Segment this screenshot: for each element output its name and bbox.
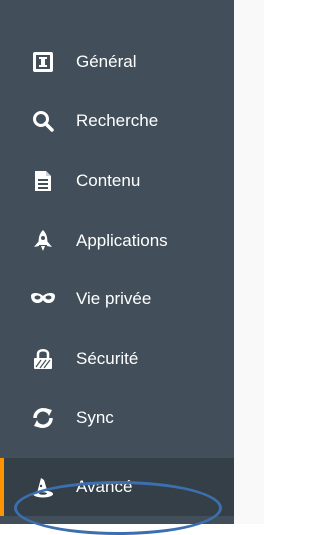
sidebar-item-search[interactable]: Recherche bbox=[0, 92, 234, 150]
sidebar-item-label: Avancé bbox=[76, 477, 133, 496]
sidebar-item-sync[interactable]: Sync bbox=[0, 389, 234, 447]
document-icon bbox=[30, 168, 56, 194]
rocket-icon bbox=[30, 228, 56, 254]
sync-icon bbox=[30, 405, 56, 431]
sidebar-item-general[interactable]: Général bbox=[0, 33, 234, 91]
sidebar-item-label: Applications bbox=[76, 231, 168, 250]
lock-icon bbox=[30, 346, 56, 372]
sidebar-item-label: Recherche bbox=[76, 111, 159, 130]
sidebar-item-content[interactable]: Contenu bbox=[0, 152, 234, 210]
sidebar-item-label: Vie privée bbox=[76, 289, 152, 308]
sidebar-item-label: Sync bbox=[76, 408, 114, 427]
wizard-hat-icon bbox=[30, 474, 56, 500]
content-pane bbox=[234, 0, 264, 524]
sidebar-item-applications[interactable]: Applications bbox=[0, 212, 234, 270]
sidebar-item-label: Contenu bbox=[76, 171, 141, 190]
sidebar-item-advanced[interactable]: Avancé bbox=[0, 458, 234, 516]
sidebar-item-security[interactable]: Sécurité bbox=[0, 330, 234, 388]
sidebar-item-label: Sécurité bbox=[76, 349, 139, 368]
general-icon bbox=[30, 49, 56, 75]
sidebar-item-label: Général bbox=[76, 52, 137, 71]
mask-icon bbox=[30, 286, 56, 312]
sidebar-item-privacy[interactable]: Vie privée bbox=[0, 270, 234, 328]
search-icon bbox=[30, 108, 56, 134]
preferences-sidebar: Général Recherche Contenu Applications V… bbox=[0, 0, 234, 524]
